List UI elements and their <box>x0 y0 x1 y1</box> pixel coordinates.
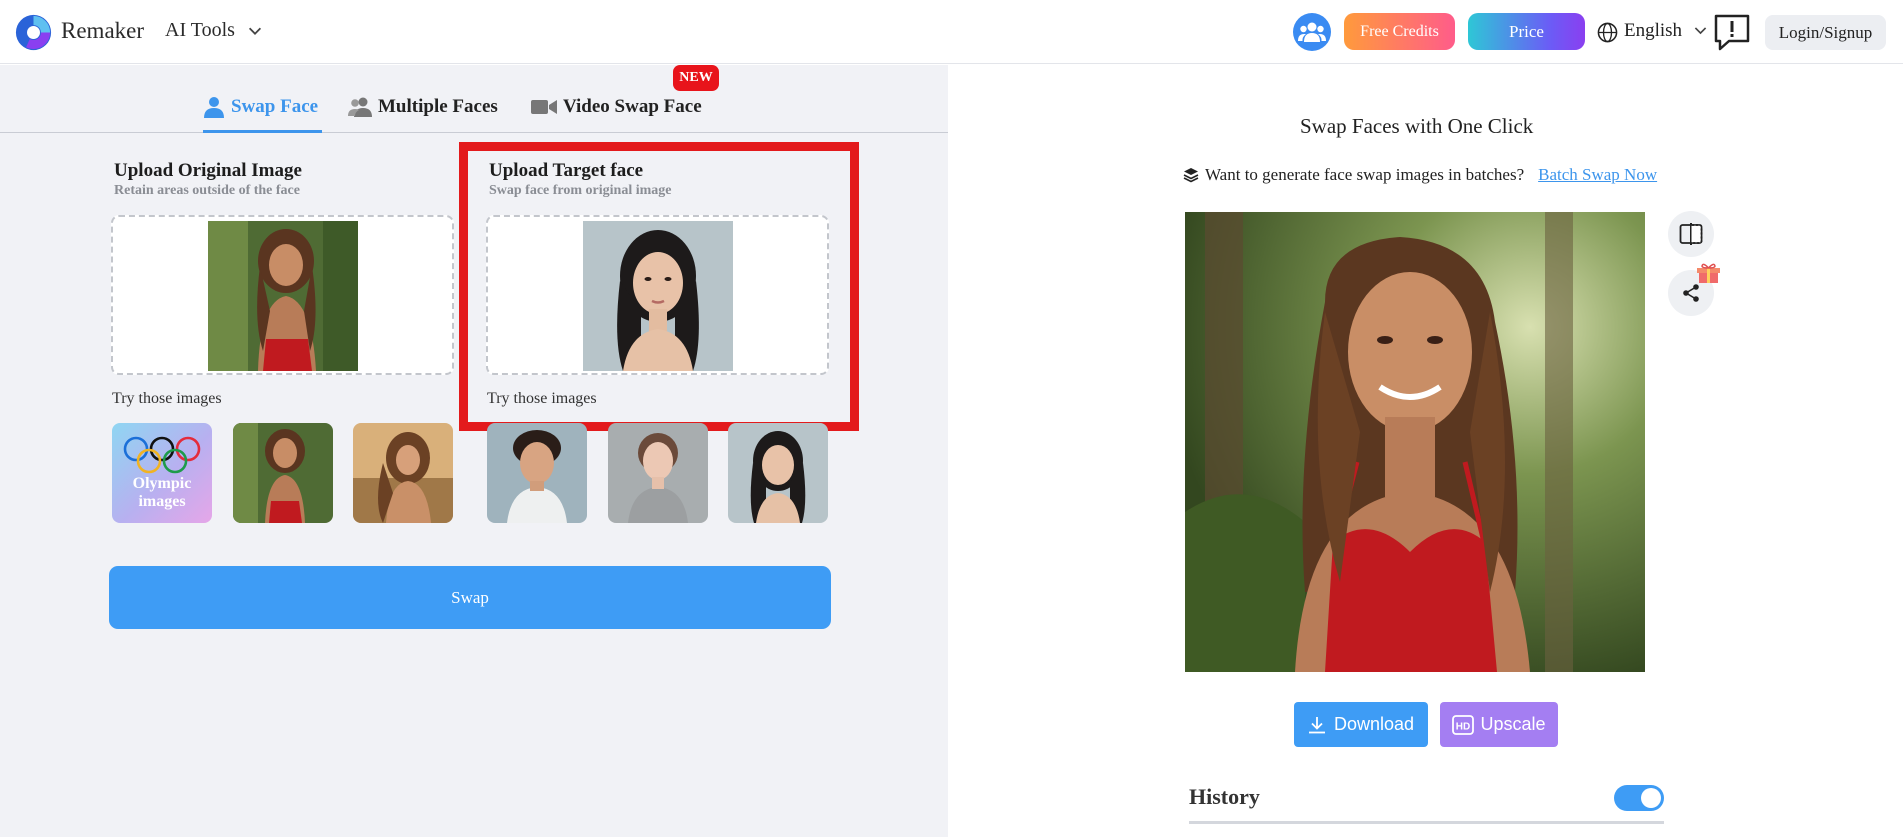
history-heading: History <box>1189 784 1260 809</box>
download-button[interactable]: Download <box>1294 702 1428 747</box>
sample-thumb-woman-sunset[interactable] <box>353 423 453 523</box>
swap-settings-panel: Swap Face Multiple Faces Video Swap Face… <box>0 65 948 837</box>
toggle-knob <box>1641 788 1661 808</box>
globe-icon[interactable] <box>1597 22 1618 43</box>
tab-multiple-faces[interactable]: Multiple Faces <box>348 92 498 122</box>
thumb-image <box>487 423 587 523</box>
sample-thumb-woman-bun[interactable] <box>608 423 708 523</box>
svg-text:HD: HD <box>1456 721 1470 732</box>
compare-button[interactable] <box>1668 211 1714 257</box>
original-image-title: Upload Original Image <box>114 160 302 181</box>
download-label: Download <box>1333 714 1415 734</box>
community-button[interactable] <box>1293 13 1331 51</box>
layers-icon <box>1183 168 1199 183</box>
result-photo <box>1185 212 1645 672</box>
share-icon <box>1683 284 1699 302</box>
original-image-preview <box>208 221 358 371</box>
chevron-down-icon[interactable] <box>1692 22 1709 39</box>
thumb-image <box>353 423 453 523</box>
thumb-image <box>728 423 828 523</box>
tab-label: Video Swap Face <box>563 96 702 117</box>
chevron-down-icon[interactable] <box>246 22 264 40</box>
try-images-label: Try those images <box>112 390 222 407</box>
new-badge: NEW <box>673 65 719 91</box>
thumb-image <box>608 423 708 523</box>
video-camera-icon <box>531 100 557 114</box>
hd-icon: HD <box>1452 714 1475 735</box>
remaker-logo-icon[interactable] <box>15 14 52 51</box>
upscale-label: Upscale <box>1480 714 1546 734</box>
free-credits-button[interactable]: Free Credits <box>1344 13 1455 50</box>
login-signup-button[interactable]: Login/Signup <box>1765 15 1886 50</box>
olympic-rings-icon <box>123 436 201 474</box>
result-image <box>1185 212 1645 672</box>
upscale-button[interactable]: HD Upscale <box>1440 702 1558 747</box>
tab-swap-face[interactable]: Swap Face <box>203 92 318 122</box>
batch-text: Want to generate face swap images in bat… <box>1205 165 1525 184</box>
active-tab-indicator <box>203 130 322 133</box>
ai-tools-menu[interactable]: AI Tools <box>165 19 235 42</box>
top-header: Remaker AI Tools Free Credits Price Engl… <box>0 0 1903 64</box>
history-toggle[interactable] <box>1614 785 1664 811</box>
tab-video-swap-face[interactable]: Video Swap Face <box>531 92 702 122</box>
batch-swap-row: Want to generate face swap images in bat… <box>1183 165 1657 185</box>
swap-button[interactable]: Swap <box>109 566 831 629</box>
original-image-subtitle: Retain areas outside of the face <box>114 183 300 198</box>
olympic-images-label: Olympic images <box>132 475 192 510</box>
feedback-icon[interactable] <box>1711 13 1753 53</box>
sample-thumb-man-curly[interactable] <box>487 423 587 523</box>
tabs-divider <box>0 132 948 133</box>
download-icon <box>1308 716 1325 733</box>
tab-label: Swap Face <box>231 96 319 117</box>
batch-swap-link[interactable]: Batch Swap Now <box>1538 165 1657 185</box>
users-icon <box>348 97 372 117</box>
sample-thumb-olympic[interactable]: Olympic images <box>112 423 212 523</box>
language-selector[interactable]: English <box>1624 20 1682 42</box>
target-face-highlight-box <box>459 142 859 431</box>
user-icon <box>204 97 224 118</box>
users-group-icon <box>1298 22 1326 42</box>
history-divider <box>1189 821 1664 824</box>
sample-thumb-asian-woman[interactable] <box>728 423 828 523</box>
price-button[interactable]: Price <box>1468 13 1585 50</box>
split-compare-icon <box>1679 223 1703 245</box>
tab-label: Multiple Faces <box>378 96 498 117</box>
result-title: Swap Faces with One Click <box>1300 114 1534 138</box>
gift-icon[interactable] <box>1697 263 1720 284</box>
thumb-image <box>233 423 333 523</box>
sample-thumb-woman-forest[interactable] <box>233 423 333 523</box>
original-image-dropzone[interactable] <box>111 215 454 375</box>
brand-name[interactable]: Remaker <box>61 18 144 44</box>
